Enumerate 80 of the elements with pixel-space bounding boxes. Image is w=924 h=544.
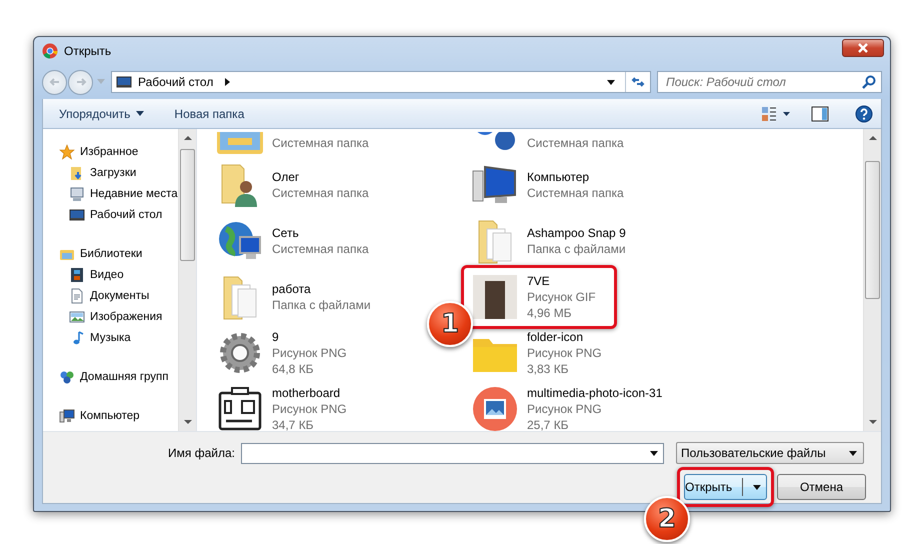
sidebar-item[interactable]: Рабочий стол	[43, 204, 178, 225]
step-badge: 1	[427, 301, 473, 347]
file-type: Папка с файлами	[272, 298, 371, 312]
file-size: 4,96 МБ	[527, 306, 573, 320]
file-name[interactable]: Ashampoo Snap 9	[527, 226, 626, 240]
file-name[interactable]: Сеть	[272, 226, 369, 240]
file-type: Рисунок PNG	[272, 346, 347, 360]
file-type: Системная папка	[527, 186, 624, 200]
file-type: Системная папка	[527, 136, 624, 151]
scrollbar[interactable]	[863, 129, 881, 431]
file-type: Системная папка	[272, 242, 369, 256]
sidebar-item[interactable]: Видео	[43, 264, 178, 285]
caret-icon	[753, 484, 761, 490]
preview-pane-icon[interactable]	[811, 104, 829, 122]
address-text: Рабочий стол	[138, 75, 214, 89]
sidebar-item[interactable]: Библиотеки	[43, 243, 178, 264]
dropdown-caret-icon[interactable]	[607, 80, 615, 84]
refresh-icon	[631, 75, 645, 89]
cancel-button[interactable]: Отмена	[777, 474, 866, 500]
computer-icon	[59, 408, 75, 424]
file-size: 3,83 КБ	[527, 362, 570, 376]
close-icon	[857, 43, 869, 53]
file-name[interactable]: 7VE	[527, 274, 596, 288]
sidebar-item[interactable]: Изображения	[43, 306, 178, 327]
film-icon	[69, 266, 85, 282]
new-folder-button[interactable]: Новая папка	[174, 106, 244, 120]
help-icon[interactable]	[855, 104, 873, 122]
file-name[interactable]: Компьютер	[527, 170, 624, 184]
forward-arrow-icon	[74, 76, 86, 88]
file-type: Рисунок PNG	[527, 402, 603, 416]
file-name[interactable]: motherboard	[272, 386, 347, 400]
file-size: 34,7 КБ	[272, 418, 315, 431]
open-button[interactable]: Открыть	[684, 474, 767, 500]
file-type: Рисунок GIF	[527, 290, 596, 304]
file-type: Рисунок PNG	[272, 402, 347, 416]
sidebar-item[interactable]: Загрузки	[43, 162, 178, 183]
file-size: 64,8 КБ	[272, 362, 315, 376]
desktop-icon	[116, 74, 132, 90]
picture-icon	[69, 308, 85, 324]
search-field[interactable]: Поиск: Рабочий стол	[657, 71, 882, 93]
document-icon	[69, 288, 85, 304]
browser-logo-icon	[42, 43, 58, 59]
file-type: Папка с файлами	[527, 242, 626, 256]
sidebar-item[interactable]: Недавние места	[43, 183, 178, 204]
star-icon	[59, 144, 75, 160]
scrollbar[interactable]	[178, 129, 196, 431]
file-type: Системная папка	[272, 186, 369, 200]
homegroup-icon	[59, 368, 75, 384]
caret-icon	[136, 111, 144, 116]
photo-placeholder	[471, 273, 519, 321]
recent-places-icon	[69, 186, 85, 202]
step-badge: 2	[644, 496, 690, 542]
breadcrumb-arrow-icon[interactable]	[225, 78, 230, 86]
file-type: Системная папка	[272, 136, 369, 151]
sidebar-item[interactable]: Домашняя групп	[43, 366, 178, 387]
caret-icon	[849, 450, 857, 456]
desktop-icon	[69, 206, 85, 222]
library-folder-icon	[216, 132, 264, 154]
sidebar-item[interactable]: Музыка	[43, 327, 178, 348]
organize-button[interactable]: Упорядочить	[59, 106, 144, 120]
close-button[interactable]	[842, 39, 884, 57]
file-name[interactable]: 9	[272, 330, 347, 344]
dropdown-caret-icon[interactable]	[650, 450, 658, 456]
address-bar[interactable]: Рабочий стол	[111, 71, 651, 93]
sidebar-item[interactable]: Документы	[43, 285, 178, 306]
file-name[interactable]: работа	[272, 282, 371, 296]
file-name[interactable]: Олег	[272, 170, 369, 184]
sidebar-item[interactable]: Избранное	[43, 141, 178, 162]
view-options-icon[interactable]	[761, 106, 791, 122]
search-icon	[861, 74, 877, 90]
file-name[interactable]: multimedia-photo-icon-31	[527, 386, 662, 400]
file-size: 25,7 КБ	[527, 418, 570, 431]
file-type-dropdown[interactable]: Пользовательские файлы	[676, 442, 864, 464]
sidebar-item[interactable]: Компьютер	[43, 405, 178, 426]
file-name-field[interactable]	[241, 442, 664, 464]
file-name[interactable]: folder-icon	[527, 330, 602, 344]
file-type: Рисунок PNG	[527, 346, 602, 360]
back-arrow-icon	[48, 76, 60, 88]
window-title: Открыть	[64, 44, 112, 58]
file-name-label: Имя файла:	[167, 446, 236, 460]
